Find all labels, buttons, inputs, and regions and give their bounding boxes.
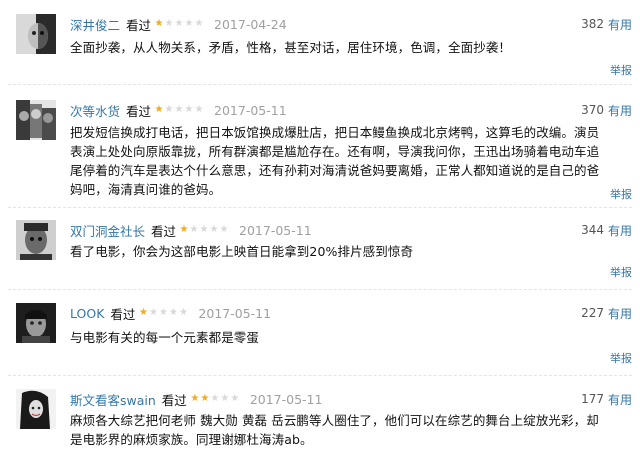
star-icon: ★ xyxy=(230,393,240,404)
report-link[interactable]: 举报 xyxy=(610,186,632,202)
review-username[interactable]: 次等水货 xyxy=(70,101,120,120)
star-icon: ★ xyxy=(200,393,210,404)
star-icon: ★ xyxy=(178,307,188,318)
divider xyxy=(8,375,632,376)
star-icon: ★ xyxy=(179,224,189,235)
star-icon: ★ xyxy=(158,307,168,318)
review-username[interactable]: 双门洞金社长 xyxy=(70,221,145,240)
report-link[interactable]: 举报 xyxy=(610,264,632,280)
star-icon: ★ xyxy=(220,393,230,404)
star-icon: ★ xyxy=(174,18,184,29)
useful-button[interactable]: 有用 xyxy=(608,222,632,239)
divider xyxy=(8,289,632,290)
useful-button[interactable]: 有用 xyxy=(608,102,632,119)
watched-label: 看过 xyxy=(110,306,136,322)
review-username[interactable]: 深井俊二 xyxy=(70,15,120,34)
useful-count: 370 xyxy=(581,103,604,117)
review-content: 看了电影，你会为这部电影上映首日能拿到20%排片感到惊奇 xyxy=(70,244,414,259)
review-content: 全面抄袭，从人物关系，矛盾，性格，甚至对话，居住环境，色调，全面抄袭！ xyxy=(70,40,512,55)
review-date: 2017-05-11 xyxy=(239,222,312,238)
review-content: 麻烦各大综艺把何老师 魏大勋 黄磊 岳云鹏等人圈住了，他们可以在综艺的舞台上绽放… xyxy=(70,413,599,447)
star-icon: ★ xyxy=(184,18,194,29)
star-icon: ★ xyxy=(184,104,194,115)
star-rating: ★ ★ ★ ★ ★ xyxy=(179,225,229,235)
useful-button[interactable]: 有用 xyxy=(608,391,632,408)
review-username[interactable]: 斯文看客swain xyxy=(70,390,156,409)
star-rating: ★ ★ ★ ★ ★ xyxy=(138,308,188,318)
divider xyxy=(8,207,632,208)
star-icon: ★ xyxy=(209,224,219,235)
useful-count: 382 xyxy=(581,17,604,31)
avatar[interactable] xyxy=(16,303,56,343)
star-icon: ★ xyxy=(164,18,174,29)
star-icon: ★ xyxy=(174,104,184,115)
watched-label: 看过 xyxy=(151,223,177,239)
star-icon: ★ xyxy=(168,307,178,318)
star-icon: ★ xyxy=(199,224,209,235)
star-icon: ★ xyxy=(154,104,164,115)
review-date: 2017-05-11 xyxy=(214,102,287,118)
star-icon: ★ xyxy=(148,307,158,318)
star-icon: ★ xyxy=(190,393,200,404)
review-username[interactable]: LOOK xyxy=(70,306,104,321)
avatar[interactable] xyxy=(16,100,56,140)
star-icon: ★ xyxy=(154,18,164,29)
report-link[interactable]: 举报 xyxy=(610,350,632,366)
star-icon: ★ xyxy=(210,393,220,404)
star-icon: ★ xyxy=(138,307,148,318)
star-icon: ★ xyxy=(194,18,204,29)
star-icon: ★ xyxy=(189,224,199,235)
star-rating: ★ ★ ★ ★ ★ xyxy=(190,394,240,404)
avatar[interactable] xyxy=(16,220,56,260)
watched-label: 看过 xyxy=(126,103,152,119)
star-rating: ★ ★ ★ ★ ★ xyxy=(154,19,204,29)
avatar[interactable] xyxy=(16,14,56,54)
divider xyxy=(8,84,632,85)
watched-label: 看过 xyxy=(126,17,152,33)
report-link[interactable]: 举报 xyxy=(610,62,632,78)
star-rating: ★ ★ ★ ★ ★ xyxy=(154,105,204,115)
review-date: 2017-05-11 xyxy=(249,391,323,407)
review-date: 2017-04-24 xyxy=(214,16,287,32)
avatar[interactable] xyxy=(16,389,56,429)
star-icon: ★ xyxy=(194,104,204,115)
star-icon: ★ xyxy=(219,224,229,235)
review-date: 2017-05-11 xyxy=(198,305,272,321)
review-content: 把发短信换成打电话，把日本饭馆换成爆肚店，把日本鳗鱼换成北京烤鸭，这算毛的改编。… xyxy=(70,125,600,197)
useful-count: 344 xyxy=(581,223,604,237)
useful-button[interactable]: 有用 xyxy=(608,305,632,322)
useful-count: 227 xyxy=(581,306,604,320)
review-content: 与电影有关的每一个元素都是零蛋 xyxy=(70,330,260,345)
star-icon: ★ xyxy=(164,104,174,115)
useful-count: 177 xyxy=(581,392,604,406)
watched-label: 看过 xyxy=(161,392,187,408)
useful-button[interactable]: 有用 xyxy=(608,16,632,33)
